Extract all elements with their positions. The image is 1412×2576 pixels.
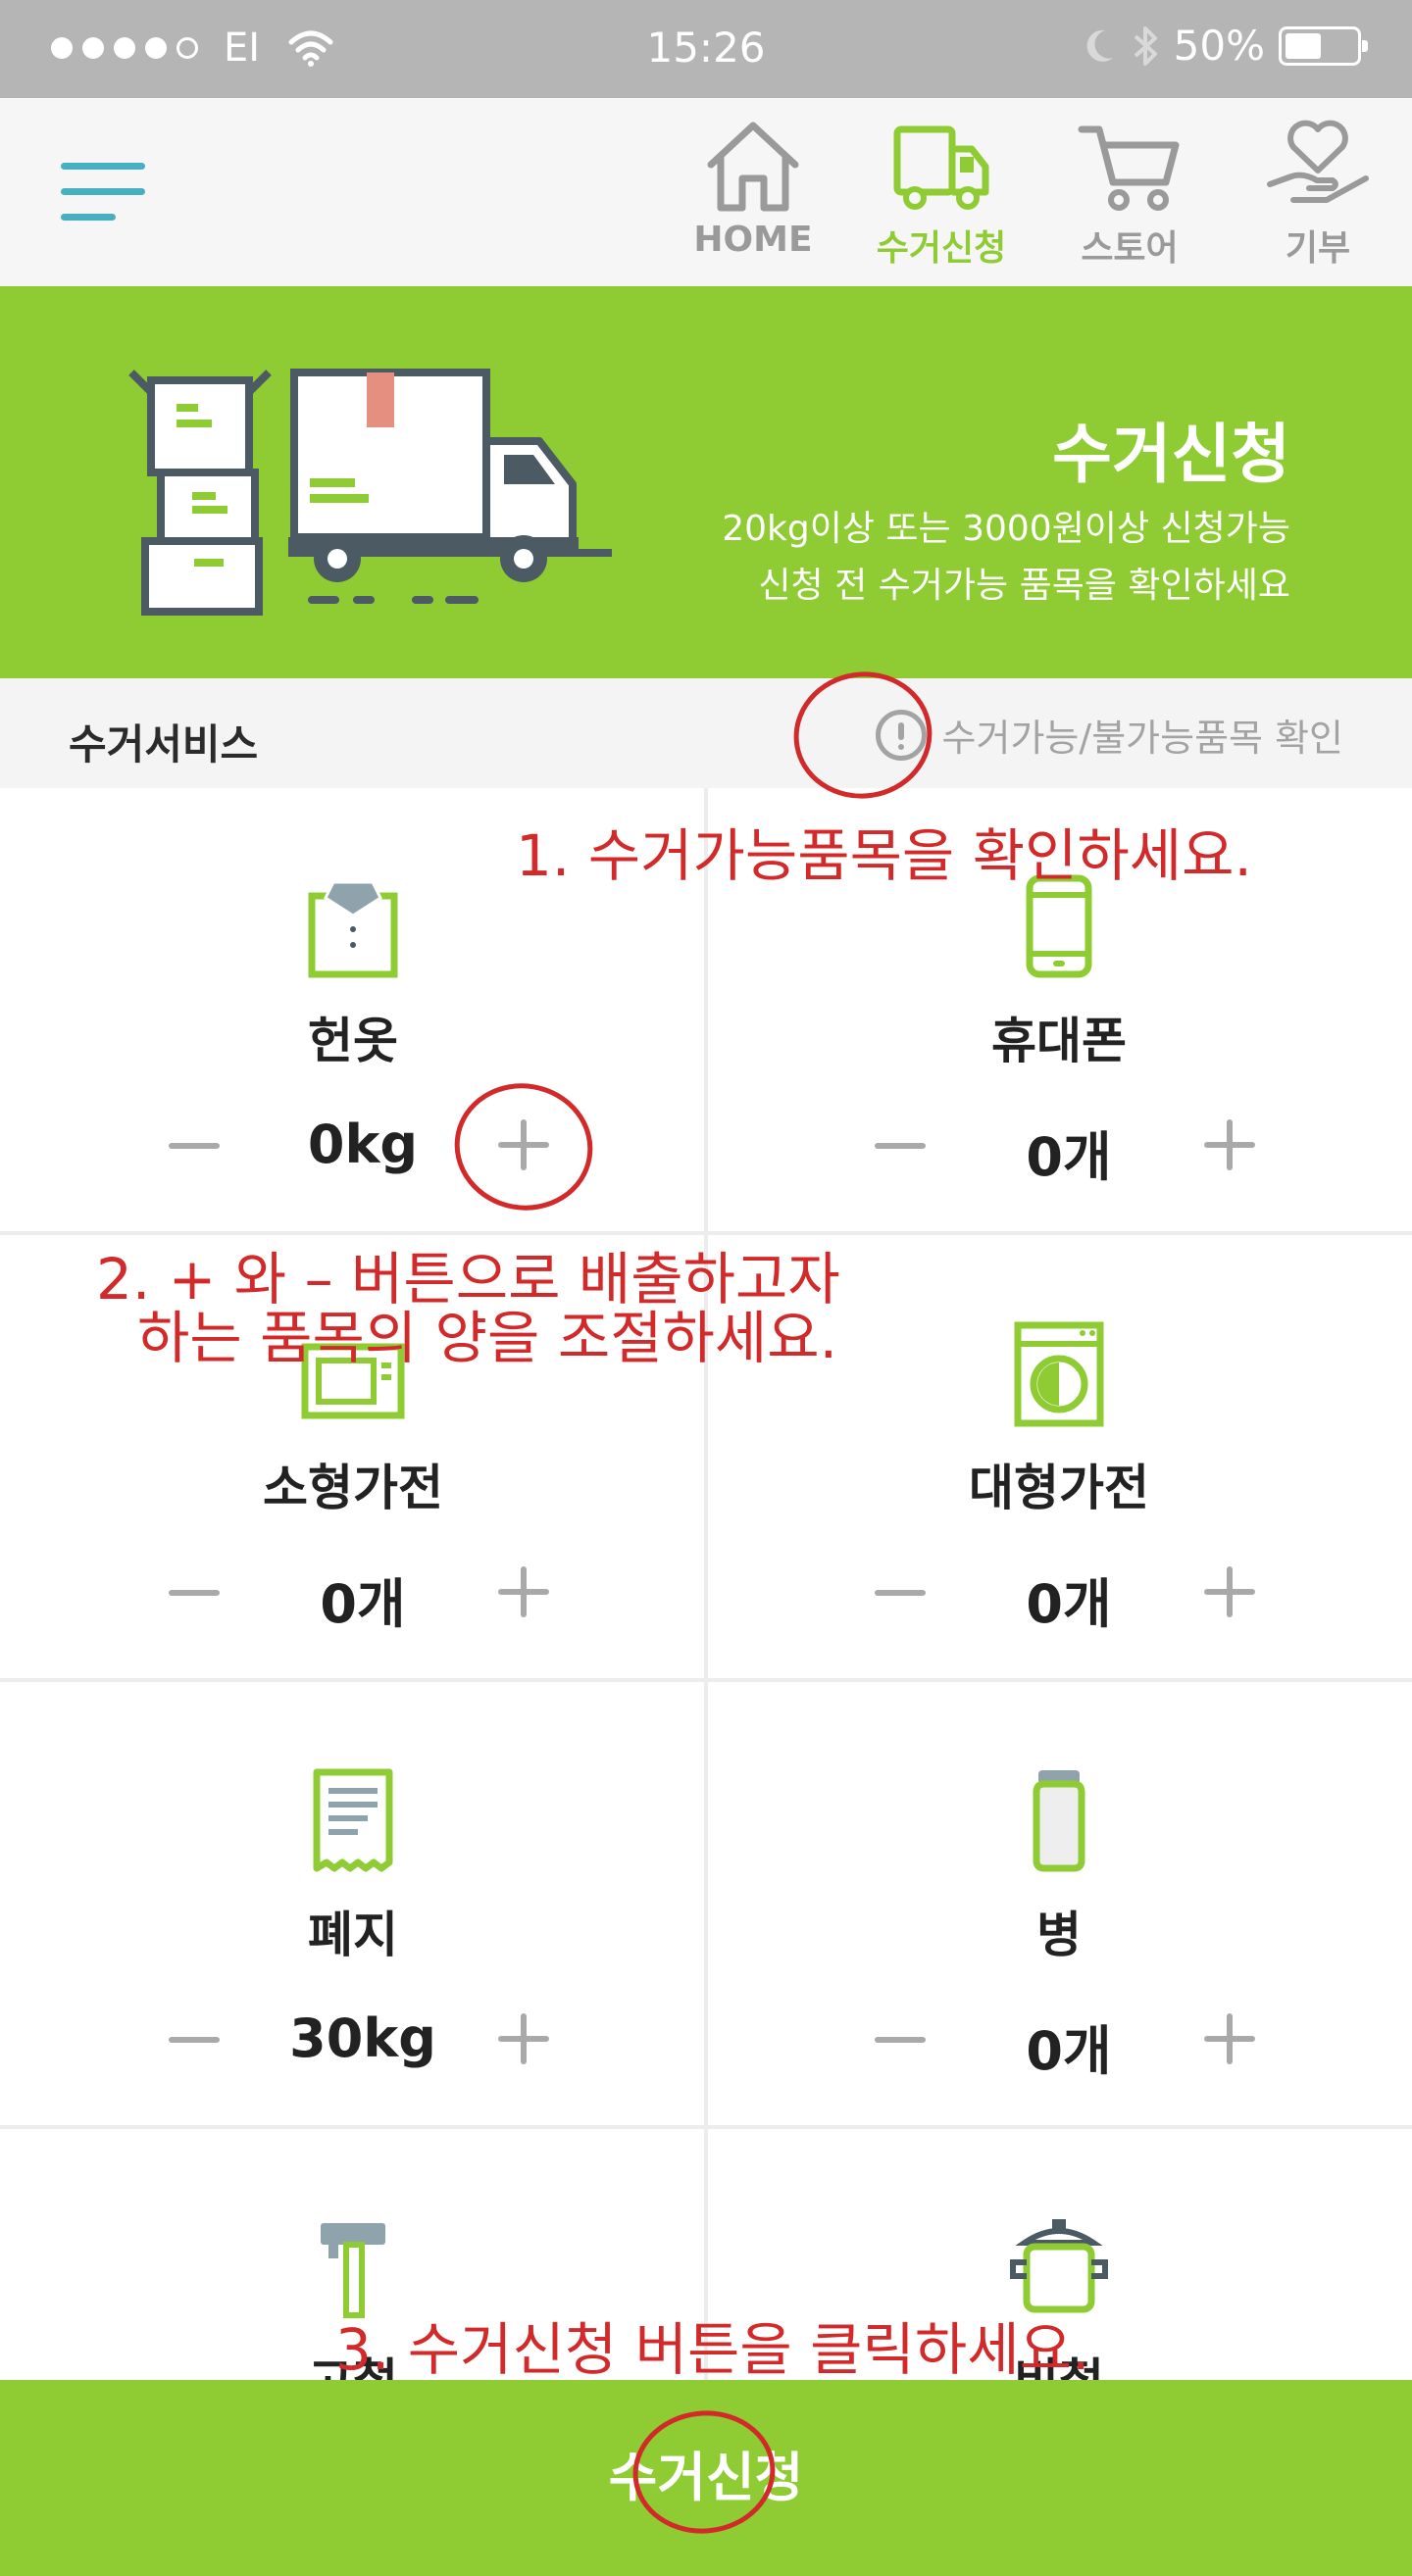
decrease-button[interactable] bbox=[169, 1143, 220, 1149]
alert-icon bbox=[875, 709, 927, 761]
increase-button[interactable] bbox=[498, 1119, 549, 1170]
truck-icon bbox=[893, 125, 989, 210]
check-items-link[interactable]: 수거가능/불가능품목 확인 bbox=[875, 708, 1343, 762]
bluetooth-icon bbox=[1134, 25, 1157, 66]
decrease-button[interactable] bbox=[169, 2037, 220, 2043]
item-quantity: 0개 bbox=[320, 1573, 406, 1635]
item-quantity: 0kg bbox=[307, 1114, 419, 1175]
item-card-bottle: 병 0개 bbox=[706, 1682, 1412, 2129]
annotation-step2-line2: 하는 품목의 양을 조절하세요. bbox=[137, 1305, 838, 1371]
submit-pickup-button[interactable]: 수거신청 bbox=[0, 2380, 1412, 2576]
shirt-icon bbox=[308, 880, 398, 978]
bottle-icon bbox=[1033, 1770, 1085, 1872]
paper-icon bbox=[313, 1768, 393, 1872]
increase-button[interactable] bbox=[1204, 1566, 1255, 1617]
status-bar: EI 15:26 50% bbox=[0, 0, 1412, 98]
battery-percent: 50% bbox=[1173, 22, 1265, 70]
truck-boxes-illustration bbox=[128, 369, 612, 616]
washer-icon bbox=[1014, 1321, 1104, 1427]
annotation-step3: 3. 수거신청 버튼을 클릭하세요. bbox=[335, 2316, 1090, 2383]
tab-home-label: HOME bbox=[693, 220, 813, 260]
tab-store-label: 스토어 bbox=[1081, 228, 1179, 269]
decrease-button[interactable] bbox=[875, 1590, 926, 1596]
increase-button[interactable] bbox=[1204, 1119, 1255, 1170]
banner-subtitle-1: 20kg이상 또는 3000원이상 신청가능 bbox=[722, 509, 1290, 549]
increase-button[interactable] bbox=[498, 2013, 549, 2064]
top-nav: HOME 수거신청 스토어 기부 bbox=[0, 98, 1412, 286]
decrease-button[interactable] bbox=[169, 1590, 220, 1596]
increase-button[interactable] bbox=[1204, 2013, 1255, 2064]
item-name: 폐지 bbox=[308, 1907, 398, 1963]
item-card-paper: 폐지 30kg bbox=[0, 1682, 706, 2129]
check-items-label: 수거가능/불가능품목 확인 bbox=[941, 717, 1343, 760]
cart-icon bbox=[1078, 125, 1180, 211]
item-quantity: 0개 bbox=[1026, 1126, 1112, 1188]
increase-button[interactable] bbox=[498, 1566, 549, 1617]
tab-donate-label: 기부 bbox=[1285, 228, 1351, 269]
item-quantity: 0개 bbox=[1026, 1573, 1112, 1635]
item-name: 헌옷 bbox=[308, 1013, 398, 1069]
annotation-step1: 1. 수거가능품목을 확인하세요. bbox=[516, 822, 1252, 889]
decrease-button[interactable] bbox=[875, 1143, 926, 1149]
home-icon bbox=[707, 122, 799, 212]
item-name: 소형가전 bbox=[263, 1460, 443, 1516]
tab-pickup[interactable]: 수거신청 bbox=[853, 116, 1030, 282]
item-grid: 헌옷 0kg 휴대폰 0개 소형가전 0개 대형가전 0개 폐지 30kg 병 … bbox=[0, 788, 1412, 2380]
item-quantity: 30kg bbox=[289, 2007, 436, 2069]
heart-hand-icon bbox=[1267, 120, 1369, 203]
pickup-banner: 수거신청 20kg이상 또는 3000원이상 신청가능 신청 전 수거가능 품목… bbox=[0, 286, 1412, 678]
tab-pickup-label: 수거신청 bbox=[876, 228, 1007, 269]
banner-title: 수거신청 bbox=[1052, 417, 1290, 492]
tab-store[interactable]: 스토어 bbox=[1041, 116, 1218, 282]
banner-subtitle-2: 신청 전 수거가능 품목을 확인하세요 bbox=[758, 566, 1290, 606]
item-name: 대형가전 bbox=[969, 1460, 1149, 1516]
moon-icon bbox=[1086, 29, 1113, 62]
item-name: 병 bbox=[1036, 1907, 1082, 1963]
tab-donate[interactable]: 기부 bbox=[1230, 116, 1406, 282]
battery-icon bbox=[1279, 25, 1368, 66]
service-header: 수거서비스 수거가능/불가능품목 확인 bbox=[0, 678, 1412, 788]
tab-home[interactable]: HOME bbox=[665, 116, 841, 282]
service-title: 수거서비스 bbox=[69, 720, 259, 768]
item-name: 휴대폰 bbox=[991, 1013, 1127, 1069]
hamburger-icon[interactable] bbox=[61, 163, 145, 222]
item-quantity: 0개 bbox=[1026, 2020, 1112, 2082]
decrease-button[interactable] bbox=[875, 2037, 926, 2043]
